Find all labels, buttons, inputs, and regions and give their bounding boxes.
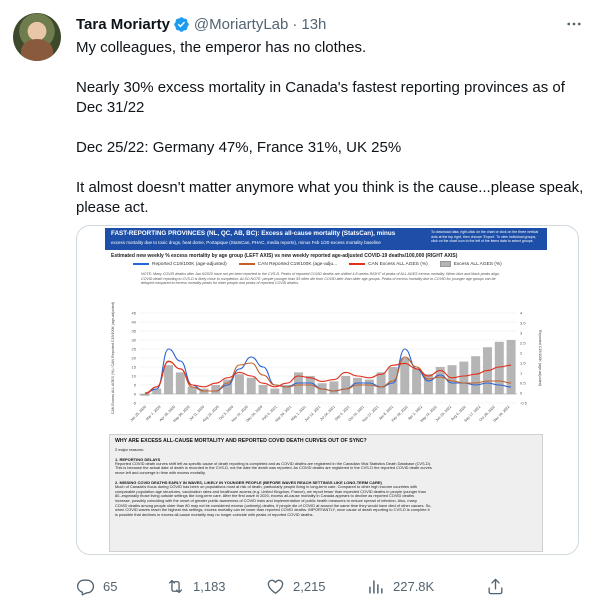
legend-label: Excess ALL AGES (%) bbox=[453, 261, 502, 267]
legend-item: CAN Reported C19/100K (age-adju... bbox=[238, 261, 338, 267]
share-icon bbox=[488, 578, 503, 594]
share-button[interactable] bbox=[486, 574, 505, 598]
right-axis-tick-label: 0 bbox=[520, 390, 523, 395]
right-axis-tick-label: 3.5 bbox=[520, 320, 526, 325]
left-axis-tick-label: 45 bbox=[132, 310, 137, 315]
tweet-media-image[interactable]: FAST-REPORTING PROVINCES (NL, QC, AB, BC… bbox=[76, 225, 579, 555]
excess-bar bbox=[234, 374, 244, 394]
banner-note: To download data, right-click on the cha… bbox=[431, 230, 539, 244]
legend-swatch bbox=[439, 261, 451, 267]
legend-swatch bbox=[349, 263, 366, 265]
left-axis-tick-label: 5 bbox=[134, 382, 137, 387]
reply-count: 65 bbox=[103, 578, 118, 594]
chart-banner: FAST-REPORTING PROVINCES (NL, QC, AB, BC… bbox=[105, 228, 547, 250]
right-axis-tick-label: 0.5 bbox=[520, 380, 526, 385]
excess-bar bbox=[459, 361, 469, 394]
right-axis-tick-label: 2.5 bbox=[520, 340, 526, 345]
tweet-paragraph: Dec 25/22: Germany 47%, France 31%, UK 2… bbox=[76, 139, 402, 156]
left-axis-tick-label: 40 bbox=[132, 319, 137, 324]
tweet-paragraph: Nearly 30% excess mortality in Canada's … bbox=[76, 79, 565, 116]
explanation-box: WHY ARE EXCESS ALL-CAUSE MORTALITY AND R… bbox=[109, 434, 543, 552]
legend-label: Reported C19/100K (age-adjusted) bbox=[152, 261, 227, 267]
explanation-title: WHY ARE EXCESS ALL-CAUSE MORTALITY AND R… bbox=[115, 438, 367, 444]
retweet-icon bbox=[168, 579, 183, 593]
banner-subtitle: excess mortality due to toxic drugs, hea… bbox=[111, 240, 381, 245]
legend-label: CAN Excess ALL AGES (%) bbox=[368, 261, 428, 267]
excess-bar bbox=[164, 365, 174, 394]
tweet: Tara Moriarty @MoriartyLab · 13h My coll… bbox=[0, 0, 598, 608]
chart-note: NOTE: Many COVID deaths after Jan 6/2020… bbox=[141, 272, 500, 286]
author-name[interactable]: Tara Moriarty bbox=[76, 16, 170, 33]
chart-image: FAST-REPORTING PROVINCES (NL, QC, AB, BC… bbox=[105, 228, 547, 554]
excess-bar bbox=[376, 372, 386, 394]
banner-title: FAST-REPORTING PROVINCES (NL, QC, AB, BC… bbox=[111, 230, 396, 237]
legend-swatch bbox=[238, 263, 255, 265]
excess-bar bbox=[341, 376, 351, 394]
right-axis-tick-label: 2 bbox=[520, 350, 523, 355]
heart-icon bbox=[267, 579, 284, 594]
excess-bar bbox=[329, 381, 339, 394]
chart-legend: Reported C19/100K (age-adjusted) CAN Rep… bbox=[133, 261, 502, 267]
legend-swatch bbox=[133, 263, 149, 265]
excess-bar bbox=[258, 385, 268, 394]
left-axis-tick-label: 25 bbox=[132, 346, 137, 351]
explanation-line: is possible that declines in excess all-… bbox=[115, 512, 314, 518]
views-count: 227.8K bbox=[393, 578, 435, 594]
legend-item: CAN Excess ALL AGES (%) bbox=[349, 261, 428, 267]
explanation-reasons: 2 major reasons: bbox=[115, 447, 144, 452]
right-axis-label: Reported C19/100K (age-adjusted) bbox=[538, 330, 542, 386]
views-icon bbox=[369, 579, 383, 594]
excess-bar bbox=[506, 340, 516, 394]
left-axis-tick-label: -5 bbox=[132, 400, 136, 405]
profile-avatar[interactable] bbox=[13, 13, 61, 61]
separator-dot: · bbox=[292, 15, 298, 33]
left-axis-tick-label: 30 bbox=[132, 337, 137, 342]
views-button[interactable]: 227.8K bbox=[366, 574, 434, 598]
excess-bar bbox=[246, 377, 256, 394]
left-axis-label: CAN Excess ALL AGES (%) / CAN Reported C… bbox=[111, 302, 115, 414]
more-icon[interactable] bbox=[564, 14, 584, 34]
retweet-button[interactable]: 1,183 bbox=[166, 574, 226, 598]
right-axis-tick-label: 1.5 bbox=[520, 360, 526, 365]
right-axis-tick-label: -0.5 bbox=[520, 400, 528, 405]
like-count: 2,215 bbox=[293, 578, 326, 594]
left-axis-tick-label: 35 bbox=[132, 328, 137, 333]
legend-item: Reported C19/100K (age-adjusted) bbox=[133, 261, 227, 267]
legend-label: CAN Reported C19/100K (age-adju... bbox=[257, 261, 338, 267]
author-handle[interactable]: @MoriartyLab bbox=[194, 16, 288, 33]
tweet-text: My colleagues, the emperor has no clothe… bbox=[76, 38, 588, 218]
excess-bar bbox=[447, 365, 457, 394]
tweet-paragraph: My colleagues, the emperor has no clothe… bbox=[76, 39, 367, 56]
verified-badge-icon bbox=[174, 16, 189, 32]
excess-bar bbox=[471, 356, 481, 394]
tweet-actions: 65 1,183 2,215 227.8K bbox=[76, 574, 588, 598]
tweet-paragraph: It almost doesn't matter anymore what yo… bbox=[76, 179, 584, 216]
tweet-timestamp[interactable]: 13h bbox=[301, 16, 326, 33]
legend-item: Excess ALL AGES (%) bbox=[439, 261, 502, 267]
explanation-line: move left and converge in time with exce… bbox=[115, 470, 206, 476]
x-axis-tick-label: Jan 25, 2020 bbox=[129, 405, 147, 423]
like-button[interactable]: 2,215 bbox=[266, 574, 326, 598]
left-axis-tick-label: 15 bbox=[132, 364, 137, 369]
excess-bar bbox=[175, 372, 185, 394]
reply-icon bbox=[76, 578, 95, 595]
right-axis-tick-label: 4 bbox=[520, 310, 523, 315]
left-axis-tick-label: 0 bbox=[134, 391, 137, 396]
excess-bar bbox=[270, 388, 280, 394]
chart-title: Estimated new weekly % excess mortality … bbox=[111, 253, 458, 259]
excess-bar bbox=[364, 379, 374, 394]
excess-bar bbox=[412, 368, 422, 394]
left-axis-tick-label: 10 bbox=[132, 373, 137, 378]
left-axis-tick-label: 20 bbox=[132, 355, 137, 360]
reply-button[interactable]: 65 bbox=[76, 574, 117, 598]
right-axis-tick-label: 3 bbox=[520, 330, 523, 335]
retweet-count: 1,183 bbox=[193, 578, 226, 594]
right-axis-tick-label: 1 bbox=[520, 370, 523, 375]
tweet-header: Tara Moriarty @MoriartyLab · 13h bbox=[76, 14, 326, 34]
